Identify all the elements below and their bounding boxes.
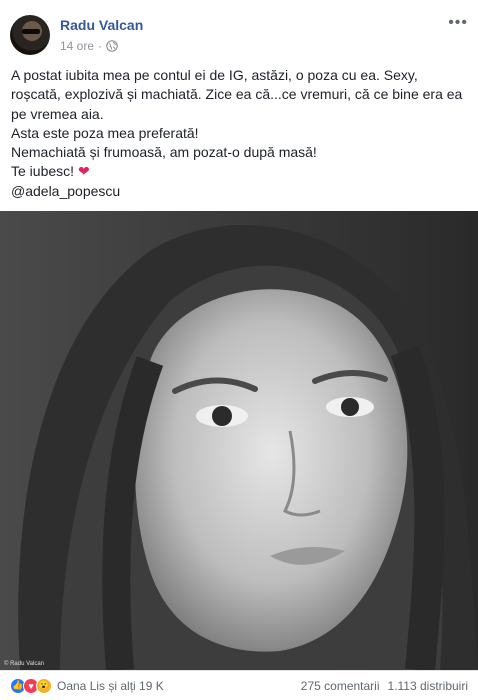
shares-count[interactable]: 1.113 distribuiri <box>388 679 468 693</box>
post-text-line: A postat iubita mea pe contul ei de IG, … <box>11 67 463 122</box>
separator: · <box>98 39 103 53</box>
comments-count[interactable]: 275 comentarii <box>301 679 380 693</box>
post-text-fragment: Te iubesc! <box>11 163 75 180</box>
post-time[interactable]: 14 ore <box>60 39 94 53</box>
post-meta: 14 ore · <box>60 39 118 53</box>
more-icon[interactable]: ••• <box>448 14 468 32</box>
post-footer: 👍 ♥ 😮 Oana Lis și alți 19 K 275 comentar… <box>0 670 478 700</box>
post-text: A postat iubita mea pe contul ei de IG, … <box>11 66 471 201</box>
post-photo[interactable]: © Radu Valcan <box>0 211 478 670</box>
engagement-counts: 275 comentarii 1.113 distribuiri <box>301 679 468 693</box>
mention-link[interactable]: @adela_popescu <box>11 182 471 201</box>
wow-icon[interactable]: 😮 <box>36 677 52 694</box>
avatar[interactable] <box>10 15 50 55</box>
photo-credit: © Radu Valcan <box>4 661 44 667</box>
post-text-line: Asta este poza mea preferată! <box>11 124 199 141</box>
heart-icon: ❤ <box>77 163 90 180</box>
globe-icon <box>106 40 118 52</box>
reactions[interactable]: 👍 ♥ 😮 Oana Lis și alți 19 K <box>10 677 164 694</box>
author-name[interactable]: Radu Valcan <box>60 17 143 33</box>
post-text-line: Nemachiată și frumoasă, am pozat-o după … <box>11 144 317 161</box>
post-header: Radu Valcan 14 ore · ••• <box>0 0 478 62</box>
post-text-line: Te iubesc! ❤ <box>11 162 471 181</box>
reacted-by[interactable]: Oana Lis și alți 19 K <box>57 679 164 693</box>
portrait-image <box>0 211 478 670</box>
